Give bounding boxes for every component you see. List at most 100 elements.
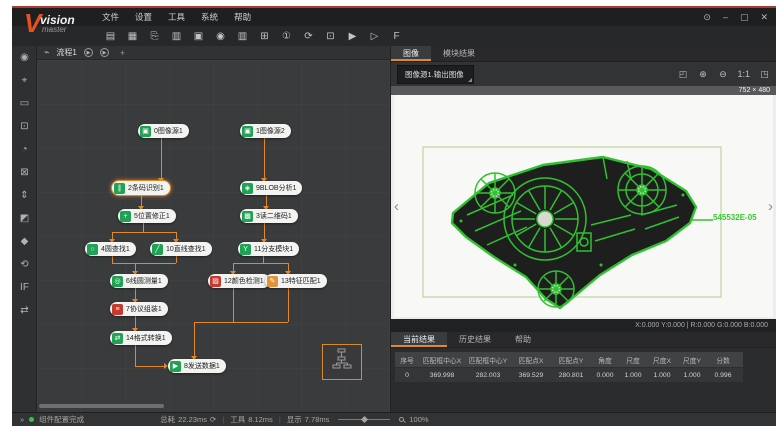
acquisition-camera-icon[interactable]: ◉ <box>12 46 37 69</box>
recognition-icon[interactable]: ◩ <box>12 207 37 230</box>
stage-icon[interactable]: ▭ <box>12 92 37 115</box>
focus-region-icon[interactable]: ⊡ <box>12 115 37 138</box>
conversion-icon[interactable]: ⇄ <box>12 299 37 322</box>
image-viewer[interactable]: ‹ › 545532E-05 <box>391 95 776 319</box>
minimap[interactable] <box>322 344 362 380</box>
metric-label: 总耗 <box>160 414 175 425</box>
zoom-slider-thumb[interactable] <box>361 416 368 423</box>
camera-button[interactable]: ◉ <box>214 29 227 43</box>
window-controls: ⊙ – ▢ ✕ <box>703 8 768 26</box>
module-label: 5位置修正1 <box>131 211 176 221</box>
flow-node-2[interactable]: ∥2条码识别1 <box>112 181 170 195</box>
viewer-toolbar: 图像源1.输出图像 ◰ ⊕ ⊖ 1:1 ◳ <box>391 62 776 86</box>
window-layout-button[interactable]: ▣ <box>192 29 205 43</box>
flow-connector <box>112 263 176 264</box>
module-icon: ◈ <box>242 183 253 194</box>
module-icon: ╱ <box>152 244 163 255</box>
fit-window-button[interactable]: ◰ <box>677 69 688 80</box>
one-to-one-button[interactable]: 1:1 <box>737 69 750 79</box>
tab-当前结果[interactable]: 当前结果 <box>391 332 447 347</box>
flow-connector <box>135 316 136 328</box>
results-table-header: 序号匹配框中心X匹配框中心Y匹配点X匹配点Y角度尺度尺度X尺度Y分数 <box>395 352 743 367</box>
tab-图像[interactable]: 图像 <box>391 46 431 61</box>
close-button[interactable]: ✕ <box>760 12 768 23</box>
module-icon: ▩ <box>242 211 253 222</box>
run-flow-button[interactable]: ▶ <box>84 48 93 57</box>
module-list-button[interactable]: ① <box>280 29 293 43</box>
measure-icon[interactable]: ⇕ <box>12 184 37 207</box>
flow-node-6[interactable]: ◎6线圆测量1 <box>110 274 168 288</box>
run-once-button[interactable]: ▶ <box>346 29 359 43</box>
color-process-icon[interactable]: ◆ <box>12 230 37 253</box>
flow-node-4[interactable]: ○4圆查找1 <box>85 242 136 256</box>
flow-node-9[interactable]: ◈9BLOB分析1 <box>240 181 302 195</box>
menu-item[interactable]: 系统 <box>201 11 218 23</box>
inspected-part-image <box>395 95 769 317</box>
flow-tab-label[interactable]: 流程1 <box>56 47 76 58</box>
main-toolbar: ▤▦⎘▥▣◉▥⊞①⟳⊡▶▷F <box>104 26 403 46</box>
menu-item[interactable]: 设置 <box>135 11 152 23</box>
table-cell: 280.801 <box>551 372 591 379</box>
title-bar: 文件设置工具系统帮助 ⊙–▢✕ <box>12 8 776 26</box>
module-label: 11分支模块1 <box>251 244 299 254</box>
table-cell: 0.996 <box>707 372 739 379</box>
canvas-horizontal-scrollbar[interactable] <box>39 404 164 408</box>
flow-node-5[interactable]: +5位置修正1 <box>118 209 176 223</box>
communication-button[interactable]: ⊡ <box>324 29 337 43</box>
module-icon: ▶ <box>170 361 181 372</box>
run-flow-once-button[interactable]: ▶ <box>100 48 109 57</box>
io-monitor-button[interactable]: ⊞ <box>258 29 271 43</box>
calibration-circle-icon[interactable]: ◔ <box>12 138 37 161</box>
flow-node-3[interactable]: ▩3读二维码1 <box>240 209 298 223</box>
flow-node-0[interactable]: ▣0图像源1 <box>138 124 189 138</box>
metric-value: 7.78ms <box>305 415 330 424</box>
flow-canvas[interactable]: ▣0图像源1 ▣1图像源2 ∥2条码识别1 ◈9BLOB分析1 +5位置修正1 ▩3读二维… <box>37 60 390 414</box>
function-button[interactable]: F <box>390 29 403 43</box>
restore-button[interactable]: ▢ <box>740 12 749 23</box>
flow-node-14[interactable]: ⇄14格式转换1 <box>110 331 172 345</box>
logic-if-icon[interactable]: IF <box>12 276 37 299</box>
tab-模块结果[interactable]: 模块结果 <box>431 46 487 61</box>
about-button[interactable]: ⊙ <box>703 12 711 23</box>
flow-connector <box>112 256 113 263</box>
flow-node-12[interactable]: ▨12颜色检测1 <box>208 274 270 288</box>
minimize-button[interactable]: – <box>723 12 728 22</box>
data-grid-button[interactable]: ▥ <box>236 29 249 43</box>
module-label: 7协议组装1 <box>123 304 168 314</box>
fullscreen-button[interactable]: ◳ <box>759 69 770 80</box>
flow-connector <box>135 366 164 367</box>
flow-connector <box>143 223 144 232</box>
table-row[interactable]: 0369.998282.003369.529280.8010.0001.0001… <box>395 367 743 382</box>
export-button[interactable]: ▥ <box>170 29 183 43</box>
zoom-in-button[interactable]: ⊕ <box>697 69 708 80</box>
column-header: 匹配框中心Y <box>465 355 511 365</box>
defect-detect-icon[interactable]: ⟲ <box>12 253 37 276</box>
save-as-button[interactable]: ⎘ <box>148 29 161 43</box>
module-icon: ◎ <box>112 276 123 287</box>
menu-item[interactable]: 帮助 <box>234 11 251 23</box>
flow-node-7[interactable]: ≡7协议组装1 <box>110 302 168 316</box>
flow-node-8[interactable]: ▶8发送数据1 <box>168 359 226 373</box>
add-flow-button[interactable]: + <box>120 48 125 58</box>
next-image-button[interactable]: › <box>768 198 773 215</box>
flow-node-13[interactable]: ✎13特征匹配1 <box>265 274 327 288</box>
table-cell: 282.003 <box>465 372 511 379</box>
open-button[interactable]: ▦ <box>126 29 139 43</box>
run-continuous-button[interactable]: ▷ <box>368 29 381 43</box>
image-source-dropdown[interactable]: 图像源1.输出图像 <box>397 65 474 84</box>
flow-node-1[interactable]: ▣1图像源2 <box>240 124 291 138</box>
module-icon: ✎ <box>267 276 278 287</box>
flow-node-10[interactable]: ╱10直线查找1 <box>150 242 212 256</box>
previous-image-button[interactable]: ‹ <box>394 198 399 215</box>
flow-node-11[interactable]: Y11分支模块1 <box>238 242 299 256</box>
canvas-zoom-slider[interactable] <box>338 419 390 420</box>
match-icon[interactable]: ⊠ <box>12 161 37 184</box>
expand-status-button[interactable]: » <box>20 415 24 424</box>
menu-item[interactable]: 工具 <box>168 11 185 23</box>
tab-历史结果[interactable]: 历史结果 <box>447 332 503 347</box>
zoom-out-button[interactable]: ⊖ <box>717 69 728 80</box>
refresh-button[interactable]: ⟳ <box>302 29 315 43</box>
location-target-icon[interactable]: ⌖ <box>12 69 37 92</box>
magnifier-icon <box>399 417 404 422</box>
tab-帮助[interactable]: 帮助 <box>503 332 543 347</box>
